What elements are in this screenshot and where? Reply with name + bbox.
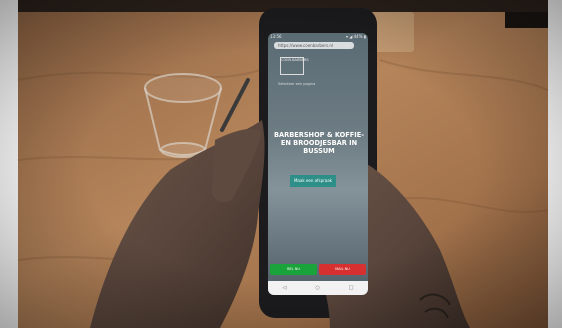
- photo-scene: 13:56 ▾ ◢ 44% ▮ https://www.coenbarbers.…: [0, 0, 562, 328]
- address-bar[interactable]: https://www.coenbarbers.nl: [274, 42, 354, 49]
- status-time: 13:56: [270, 34, 282, 39]
- hero-headline: BARBERSHOP & KOFFIE- EN BROODJESBAR IN B…: [274, 131, 364, 155]
- page-select-menu[interactable]: Selecteer een pagina: [278, 82, 315, 86]
- site-logo[interactable]: COEN BARBERS: [280, 57, 309, 75]
- call-button[interactable]: BEL NU: [270, 264, 317, 275]
- home-icon[interactable]: ○: [315, 285, 319, 291]
- contact-bar: BEL NU MAIL NU: [270, 264, 366, 275]
- status-icons: ▾ ◢ 44% ▮: [346, 34, 366, 39]
- back-icon[interactable]: ◁: [283, 285, 287, 291]
- mail-button[interactable]: MAIL NU: [319, 264, 366, 275]
- status-bar: 13:56 ▾ ◢ 44% ▮: [270, 34, 366, 39]
- android-navbar: ◁ ○ □: [268, 281, 368, 295]
- phone-screen: 13:56 ▾ ◢ 44% ▮ https://www.coenbarbers.…: [268, 33, 368, 295]
- book-appointment-button[interactable]: Maak een afspraak: [290, 175, 336, 187]
- recent-apps-icon[interactable]: □: [349, 285, 354, 291]
